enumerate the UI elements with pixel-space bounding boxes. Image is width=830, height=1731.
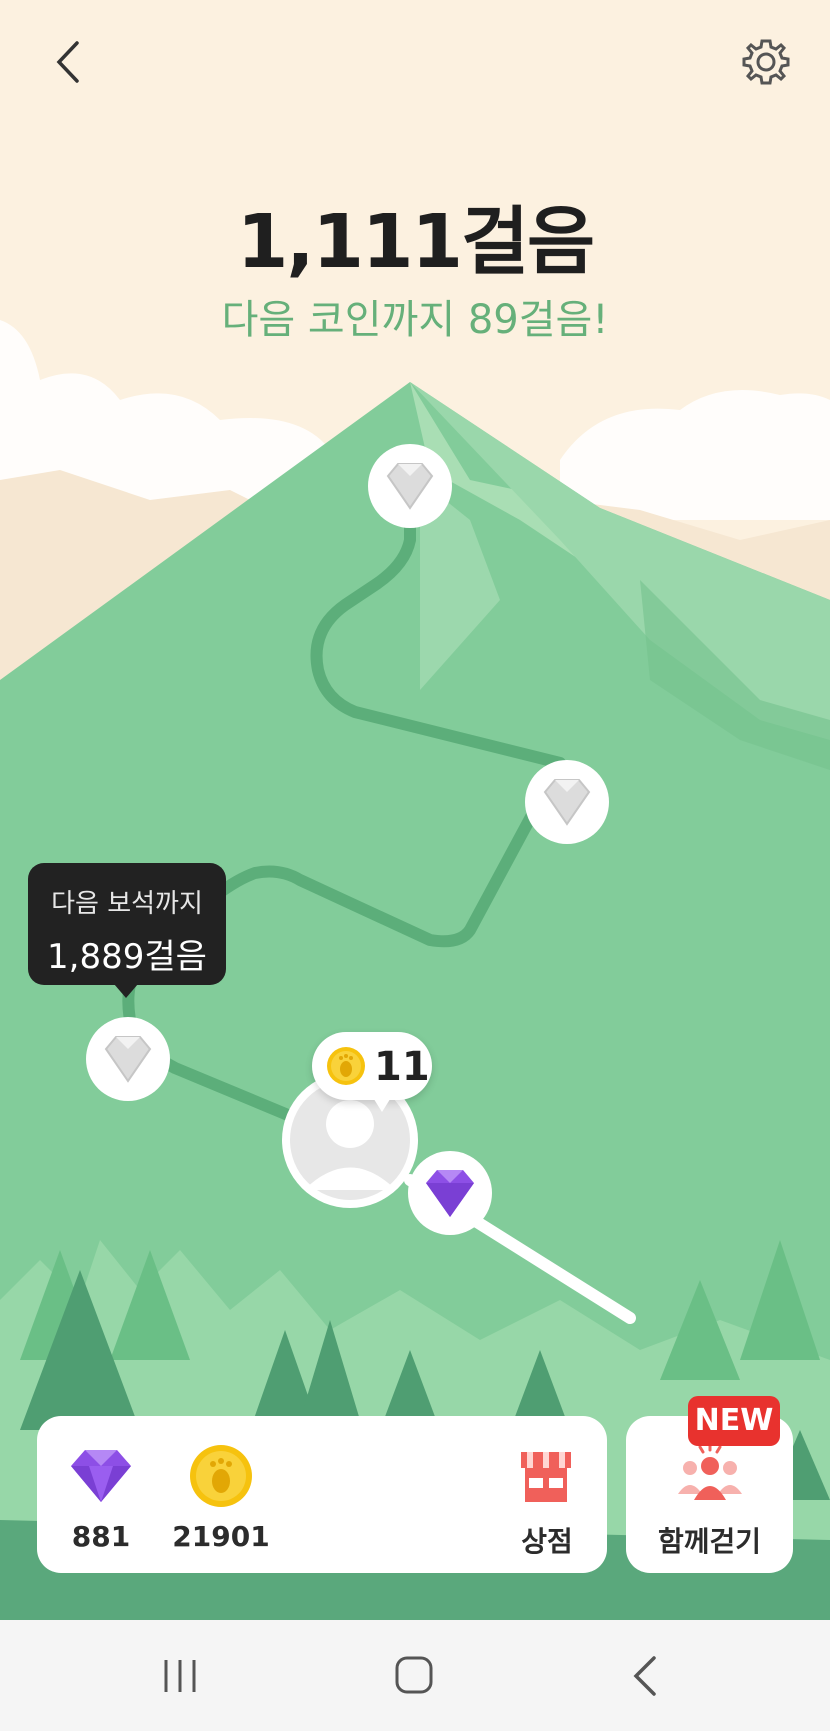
shop-button[interactable]: 상점: [497, 1436, 597, 1558]
coin-bubble[interactable]: 11: [312, 1032, 432, 1100]
back-icon[interactable]: [630, 1654, 660, 1698]
coin-count: 21901: [172, 1520, 270, 1553]
shop-icon: [521, 1452, 571, 1502]
wallet-card: 881 21901 상점: [37, 1416, 607, 1573]
gem-marker-collected: [408, 1151, 492, 1235]
tooltip-arrow: [114, 984, 138, 998]
tooltip-steps: 1,889걸음: [47, 937, 207, 977]
footprint-coin-icon: [327, 1047, 365, 1085]
settings-button[interactable]: [736, 32, 796, 92]
recent-apps-icon[interactable]: [160, 1656, 200, 1696]
gem-icon: [71, 1450, 131, 1502]
gear-icon: [742, 39, 790, 85]
home-icon[interactable]: [393, 1654, 437, 1698]
gem-marker-middle: [525, 760, 609, 844]
chevron-left-icon: [56, 41, 79, 83]
tooltip-label: 다음 보석까지: [51, 889, 203, 919]
gem-marker-lower: [86, 1017, 170, 1101]
coin-icon: [190, 1445, 252, 1507]
next-coin-message: 다음 코인까지 89걸음!: [221, 297, 609, 343]
step-count: 1,111걸음: [236, 199, 595, 285]
back-button[interactable]: [44, 36, 92, 88]
group-walk-icon: [678, 1442, 742, 1500]
new-badge: NEW: [688, 1396, 780, 1446]
system-nav-bar: [0, 1620, 830, 1731]
shop-label: 상점: [521, 1525, 573, 1558]
next-gem-tooltip: 다음 보석까지 1,889걸음: [28, 863, 226, 985]
coin-bubble-tail: [372, 1096, 392, 1112]
coin-bubble-count: 11: [374, 1044, 430, 1090]
walk-together-label: 함께걷기: [657, 1525, 762, 1558]
gem-count: 881: [71, 1520, 131, 1553]
gem-marker-top: [368, 444, 452, 528]
